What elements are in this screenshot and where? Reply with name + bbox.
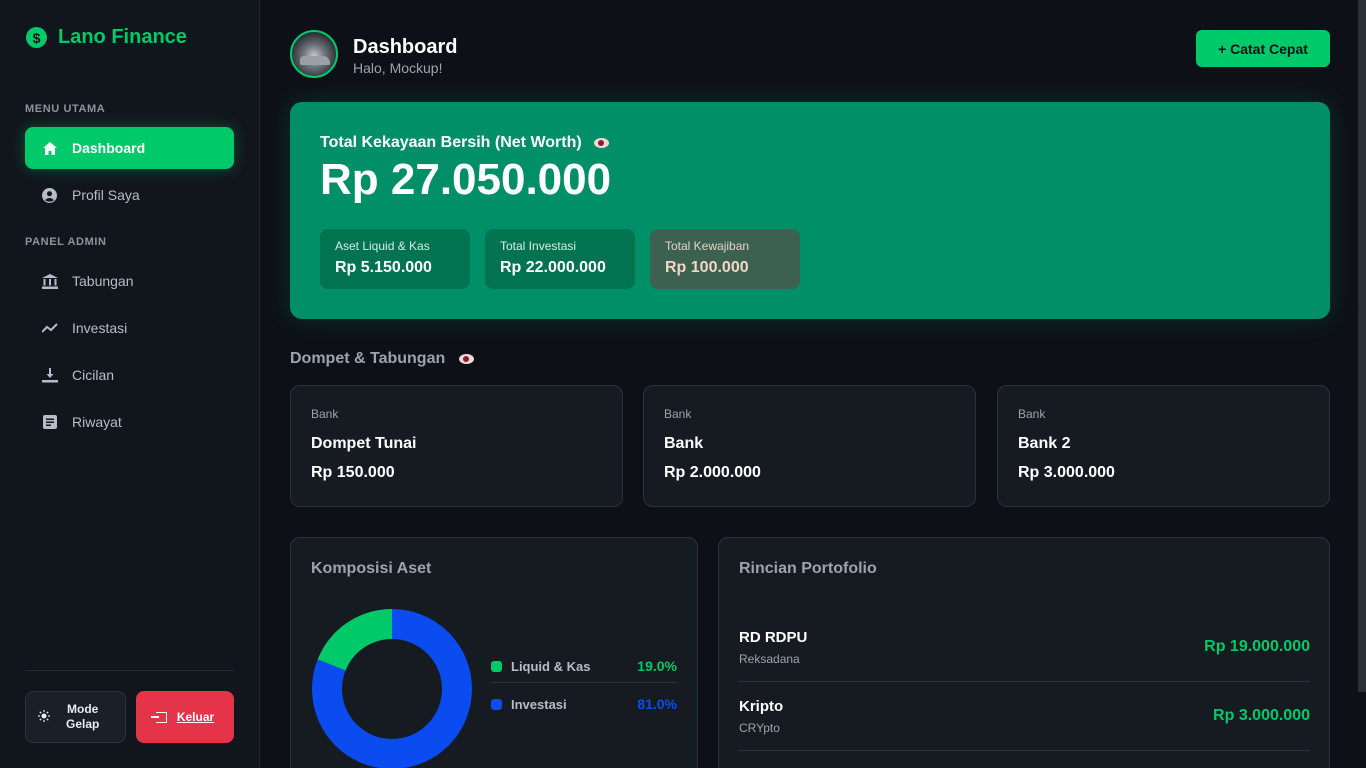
eye-icon[interactable]: [459, 354, 475, 364]
user-circle-icon: [41, 187, 58, 203]
net-worth-value: Rp 27.050.000: [320, 155, 612, 204]
list-item[interactable]: RD RDPU Reksadana Rp 19.000.000: [739, 629, 1310, 698]
bank-icon: [41, 273, 58, 289]
home-icon: [41, 141, 58, 155]
logout-button[interactable]: Keluar: [136, 691, 234, 743]
brand-logo[interactable]: $ Lano Finance: [26, 26, 187, 49]
download-tray-icon: [41, 367, 58, 383]
net-worth-card: Total Kekayaan Bersih (Net Worth) Rp 27.…: [290, 102, 1330, 319]
sidebar-item-label: Cicilan: [72, 367, 115, 383]
list-divider: [739, 681, 1310, 682]
asset-composition-panel: Komposisi Aset Liquid & Kas 19.0% Invest…: [290, 537, 698, 768]
greeting-text: Halo, Mockup!: [353, 60, 443, 76]
wallets-section-title: Dompet & Tabungan: [290, 350, 475, 368]
dollar-coin-icon: $: [26, 27, 47, 48]
sidebar-item-label: Investasi: [72, 320, 128, 336]
sidebar-item-label: Dashboard: [72, 140, 146, 156]
sidebar-item-dashboard[interactable]: Dashboard: [25, 127, 234, 169]
avatar[interactable]: [290, 30, 338, 78]
portfolio-panel: Rincian Portofolio RD RDPU Reksadana Rp …: [718, 537, 1330, 768]
brand-name: Lano Finance: [58, 26, 187, 48]
legend-swatch: [491, 698, 502, 710]
sidebar-item-cicilan[interactable]: Cicilan: [25, 354, 234, 396]
wallet-card[interactable]: Bank Bank 2 Rp 3.000.000: [997, 385, 1330, 507]
sidebar-item-label: Profil Saya: [72, 187, 140, 203]
donut-chart: [312, 609, 472, 768]
sidebar-item-investasi[interactable]: Investasi: [25, 307, 234, 349]
wallet-card[interactable]: Bank Bank Rp 2.000.000: [643, 385, 976, 507]
wallet-card[interactable]: Bank Dompet Tunai Rp 150.000: [290, 385, 623, 507]
sidebar-item-profile[interactable]: Profil Saya: [25, 174, 234, 216]
document-icon: [41, 415, 58, 429]
list-divider: [739, 750, 1310, 751]
mode-label: Mode Gelap: [66, 702, 100, 731]
stat-investment: Total Investasi Rp 22.000.000: [485, 229, 635, 289]
sidebar-divider: [25, 670, 234, 671]
sidebar-item-tabungan[interactable]: Tabungan: [25, 260, 234, 302]
sidebar-item-label: Riwayat: [72, 414, 122, 430]
panel-title: Rincian Portofolio: [739, 560, 877, 577]
logout-icon: [150, 711, 167, 723]
sidebar-item-label: Tabungan: [72, 273, 134, 289]
page-scrollbar[interactable]: [1358, 0, 1366, 692]
eye-icon[interactable]: [593, 138, 609, 148]
list-item[interactable]: Kripto CRYpto Rp 3.000.000: [739, 698, 1310, 767]
stat-liabilities: Total Kewajiban Rp 100.000: [650, 229, 800, 289]
logout-label: Keluar: [176, 710, 215, 724]
menu-section-label: MENU UTAMA: [25, 103, 106, 115]
dark-mode-toggle[interactable]: Mode Gelap: [25, 691, 126, 743]
quick-record-button[interactable]: + Catat Cepat: [1196, 30, 1330, 67]
admin-section-label: PANEL ADMIN: [25, 236, 107, 248]
page-title: Dashboard: [353, 36, 458, 58]
legend-divider: [491, 682, 677, 683]
legend-item-investment: Investasi 81.0%: [491, 696, 677, 712]
trend-line-icon: [41, 323, 58, 333]
legend-item-liquid: Liquid & Kas 19.0%: [491, 658, 677, 674]
sidebar: $ Lano Finance MENU UTAMA Dashboard Prof…: [0, 0, 260, 768]
panel-title: Komposisi Aset: [311, 560, 432, 577]
sun-icon: [38, 709, 50, 725]
stat-liquid: Aset Liquid & Kas Rp 5.150.000: [320, 229, 470, 289]
sidebar-item-riwayat[interactable]: Riwayat: [25, 401, 234, 443]
legend-swatch: [491, 660, 502, 672]
net-worth-label: Total Kekayaan Bersih (Net Worth): [320, 134, 609, 152]
